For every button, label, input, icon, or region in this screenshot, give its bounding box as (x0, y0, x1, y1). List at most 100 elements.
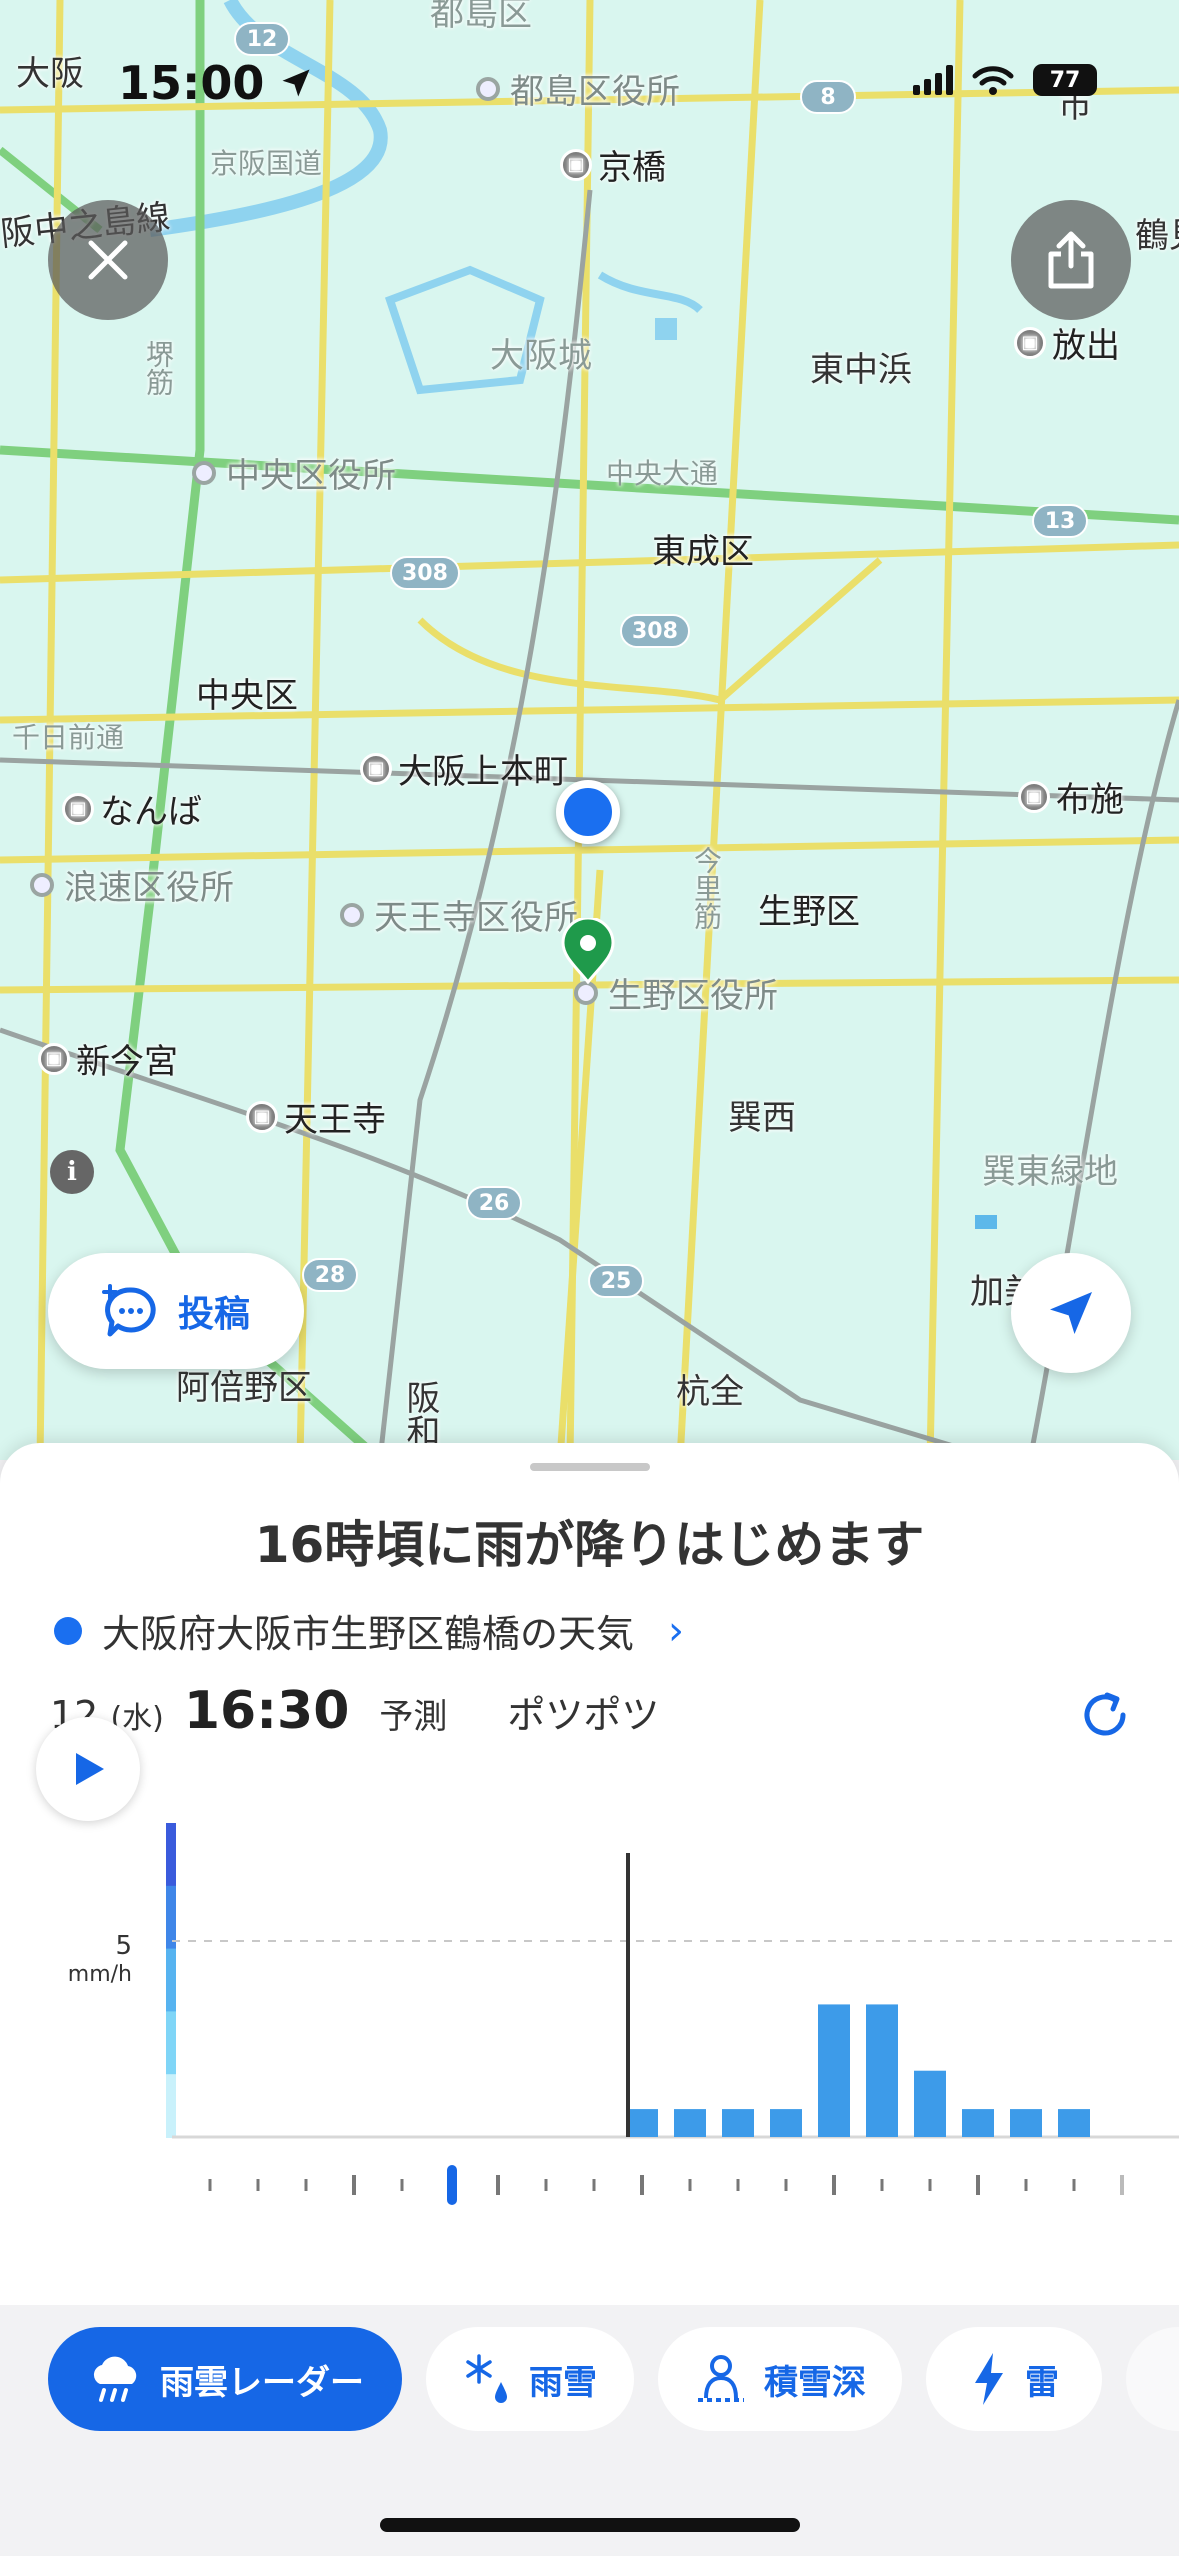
y-unit-label: mm/h (68, 1962, 132, 1987)
post-report-button[interactable]: 投稿 (48, 1253, 304, 1369)
map-label-keihan-road: 京阪国道 (210, 147, 323, 180)
tab-snow-depth[interactable]: 積雪深 (658, 2327, 902, 2431)
cellular-signal-icon (913, 65, 953, 95)
map-label-higashinari-ward: 東成区 (652, 532, 754, 572)
scale-segment (166, 2011, 176, 2076)
rain-cloud-icon (93, 2356, 137, 2402)
layer-tabs: 雨雲レーダー 雨雪 積雪深 雷 (0, 2305, 1179, 2556)
tab-rain-snow[interactable]: 雨雪 (426, 2327, 634, 2431)
tab-rain-radar[interactable]: 雨雲レーダー (48, 2327, 402, 2431)
refresh-icon[interactable] (1077, 1687, 1133, 1743)
map-roads (0, 0, 1179, 1460)
station-kyobashi[interactable]: ▣ 京橋 (560, 140, 666, 189)
rain-chart[interactable]: 5 mm/h 515:3015:4515:5518:3021:000:0013(… (0, 1743, 1179, 2213)
play-button[interactable] (36, 1717, 140, 1821)
station-hanaten[interactable]: ▣ 放出 (1014, 318, 1120, 367)
rain-bars (626, 1853, 1090, 2137)
rain-intensity-scale (166, 1823, 176, 2138)
route-shield: 28 (302, 1258, 358, 1292)
map-label-chuo-ward: 中央区 (196, 676, 298, 716)
chevron-right-icon: › (668, 1607, 685, 1654)
tab-more[interactable] (1126, 2327, 1179, 2431)
location-pin-icon[interactable] (561, 918, 615, 984)
rain-bar (866, 2004, 898, 2137)
office-marker-icon (340, 902, 364, 927)
sheet-grabber[interactable] (530, 1463, 650, 1471)
map-label-kumata: 杭全 (676, 1372, 744, 1412)
home-indicator (380, 2518, 800, 2532)
info-icon[interactable]: i (50, 1150, 94, 1194)
route-shield: 308 (390, 556, 460, 590)
scale-segment (166, 1948, 176, 2013)
map-label-tatsumi-higashi-park: 巽東緑地 (982, 1152, 1118, 1192)
train-icon: ▣ (246, 1100, 278, 1133)
reference-tick-label: 5 (115, 1931, 132, 1961)
scale-segment (166, 2074, 176, 2138)
post-bubble-icon (101, 1284, 156, 1337)
share-button[interactable] (1011, 200, 1131, 320)
map-label-higashinakahama: 東中浜 (810, 350, 912, 390)
rain-bar (722, 2109, 754, 2137)
office-miyakojima[interactable]: 都島区役所 (476, 64, 680, 113)
current-location-button[interactable] (1011, 1253, 1131, 1373)
rain-forecast-headline: 16時頃に雨が降りはじめます (254, 1516, 925, 1574)
train-icon: ▣ (38, 1042, 70, 1075)
location-weather-link[interactable]: 大阪府大阪市生野区鶴橋の天気 › (54, 1603, 684, 1658)
train-icon: ▣ (360, 752, 392, 785)
map-view[interactable]: 都島区 大阪 京阪国道 阪中之島線 大阪城 東中浜 鶴見 堺筋 中央大通 東成区… (0, 0, 1179, 1460)
station-tennoji[interactable]: ▣ 天王寺 (246, 1092, 386, 1141)
battery-icon: 77 (1033, 64, 1097, 96)
station-namba[interactable]: ▣ なんば (62, 784, 202, 833)
rain-bar (962, 2109, 994, 2137)
play-icon (76, 1753, 104, 1785)
forecast-kind: 予測 (379, 1697, 448, 1737)
navigation-arrow-icon (1050, 1292, 1092, 1334)
location-dot-icon (54, 1616, 82, 1645)
location-name: 大阪府大阪市生野区鶴橋の天気 (102, 1612, 635, 1656)
route-shield: 308 (620, 614, 690, 648)
office-marker-icon (192, 460, 216, 485)
route-shield: 13 (1032, 504, 1088, 538)
map-label-sennichimae-dori: 千日前通 (12, 721, 125, 754)
train-icon: ▣ (560, 148, 592, 181)
map-label-hanwa: 阪和 (400, 1380, 440, 1448)
map-label-chuo-odori: 中央大通 (606, 457, 719, 490)
location-arrow-icon (282, 69, 310, 97)
lightning-icon (975, 2353, 1003, 2405)
wifi-icon (972, 66, 1014, 95)
rain-bar (770, 2109, 802, 2137)
rain-bar (1010, 2109, 1042, 2137)
office-chuo[interactable]: 中央区役所 (192, 448, 396, 497)
close-button[interactable] (48, 200, 168, 320)
timeline-scrubber-handle[interactable] (447, 2165, 457, 2205)
map-label-osaka: 大阪 (16, 54, 84, 94)
status-bar-indicators: 77 (913, 64, 1097, 96)
rain-bar (674, 2109, 706, 2137)
office-marker-icon (30, 872, 54, 897)
tab-lightning[interactable]: 雷 (926, 2327, 1102, 2431)
station-shin-imamiya[interactable]: ▣ 新今宮 (38, 1034, 178, 1083)
map-label-imazatosuji: 今里筋 (690, 846, 723, 930)
status-bar-time: 15:00 (118, 56, 314, 110)
rain-bar (818, 2004, 850, 2137)
rain-bar (626, 2109, 658, 2137)
office-naniwa[interactable]: 浪速区役所 (30, 860, 234, 909)
snow-depth-icon (698, 2355, 744, 2402)
station-fuse[interactable]: ▣ 布施 (1018, 772, 1124, 821)
forecast-time-row: 12 (水) 16:30 予測 ポツポツ (50, 1681, 659, 1741)
forecast-time: 16:30 (183, 1681, 350, 1741)
route-shield: 8 (800, 80, 856, 114)
close-icon (88, 240, 128, 280)
weather-sheet: 16時頃に雨が降りはじめます 大阪府大阪市生野区鶴橋の天気 › 12 (水) 1… (0, 1443, 1179, 2305)
office-tennoji[interactable]: 天王寺区役所 (340, 890, 578, 939)
timeline-ticks[interactable] (208, 2165, 1124, 2205)
train-icon: ▣ (1014, 326, 1046, 359)
rain-bar (914, 2070, 946, 2137)
office-marker-icon (574, 980, 598, 1005)
current-location-marker (556, 780, 620, 844)
station-osaka-uehommachi[interactable]: ▣ 大阪上本町 (360, 744, 568, 793)
map-label-sakaisuji: 堺筋 (142, 340, 175, 396)
rain-bar (1058, 2109, 1090, 2137)
route-shield: 12 (234, 22, 290, 56)
snow-rain-icon (466, 2354, 507, 2403)
